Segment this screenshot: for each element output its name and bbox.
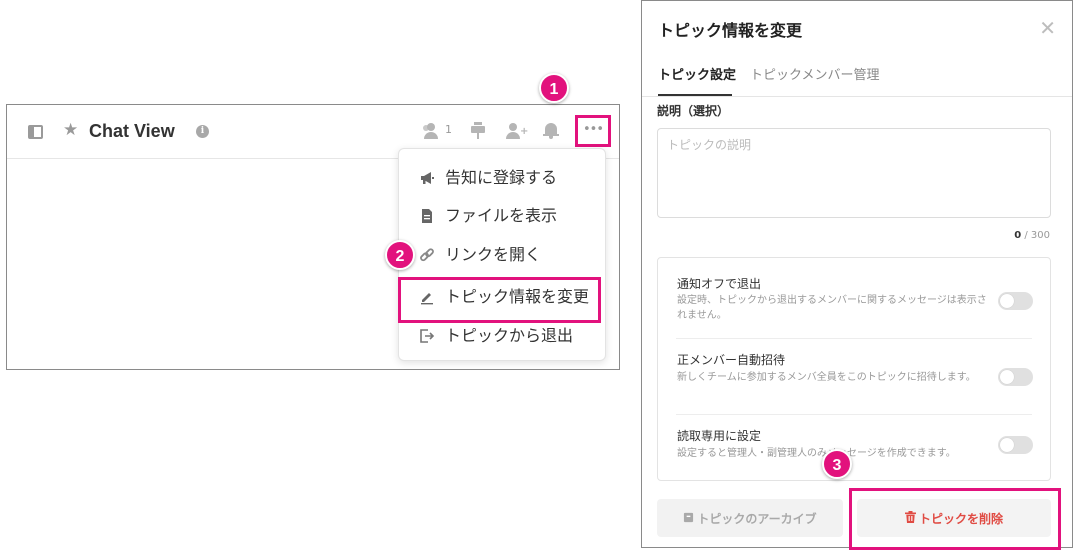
- step-badge-1: 1: [539, 73, 569, 103]
- step-badge-2: 2: [385, 240, 415, 270]
- edit-topic-dialog: トピック情報を変更 ✕ トピック設定 トピックメンバー管理 説明（選択） 0 /…: [641, 0, 1073, 548]
- toggle-leave-notify-off[interactable]: [998, 292, 1033, 310]
- info-icon[interactable]: i: [196, 125, 209, 138]
- megaphone-icon: [419, 170, 435, 186]
- bell-icon[interactable]: [543, 122, 559, 140]
- delete-topic-highlight: [849, 488, 1061, 550]
- sidebar-toggle-icon[interactable]: [28, 125, 43, 139]
- step-badge-3: 3: [822, 449, 852, 479]
- chat-title: Chat View: [89, 121, 175, 141]
- more-options-button[interactable]: •••: [575, 115, 611, 147]
- setting-title: 通知オフで退出: [677, 277, 762, 291]
- description-label: 説明（選択）: [657, 104, 730, 118]
- exit-icon: [419, 328, 435, 344]
- topic-options-menu: 告知に登録する ファイルを表示 リンクを開く トピック情報を変更 トピックから退…: [398, 148, 606, 361]
- toggle-read-only[interactable]: [998, 436, 1033, 454]
- setting-description: 新しくチームに参加するメンバ全員をこのトピックに招待します。: [677, 372, 976, 383]
- archive-button-label: トピックのアーカイブ: [697, 511, 817, 526]
- archive-topic-button[interactable]: トピックのアーカイブ: [657, 499, 843, 537]
- settings-panel: 通知オフで退出 設定時、トピックから退出するメンバーに関するメッセージは表示され…: [657, 257, 1051, 481]
- description-input[interactable]: [657, 128, 1051, 218]
- pin-icon[interactable]: [471, 122, 485, 140]
- menu-item-links[interactable]: リンクを開く: [399, 238, 607, 272]
- member-count: 1: [445, 123, 452, 136]
- file-icon: [419, 208, 435, 224]
- menu-item-announcement[interactable]: 告知に登録する: [399, 161, 607, 195]
- dialog-title: トピック情報を変更: [658, 21, 803, 40]
- archive-icon: [683, 512, 694, 526]
- add-user-icon[interactable]: +: [506, 123, 528, 141]
- setting-leave-notify-off: 通知オフで退出 設定時、トピックから退出するメンバーに関するメッセージは表示され…: [658, 258, 1050, 334]
- link-icon: [419, 247, 435, 263]
- setting-description: 設定時、トピックから退出するメンバーに関するメッセージは表示されません。: [677, 295, 987, 321]
- setting-auto-invite: 正メンバー自動招待 新しくチームに参加するメンバ全員をこのトピックに招待します。: [658, 338, 1050, 414]
- tab-divider: [642, 96, 1072, 97]
- tab-topic-settings[interactable]: トピック設定: [658, 67, 736, 85]
- setting-title: 正メンバー自動招待: [677, 353, 786, 367]
- setting-read-only: 読取専用に設定 設定すると管理人・副管理人のみメッセージを作成できます。: [658, 414, 1050, 490]
- edit-topic-highlight: [398, 277, 601, 323]
- character-count-max: / 300: [1021, 230, 1050, 241]
- close-icon[interactable]: ✕: [1039, 17, 1056, 39]
- tab-member-management[interactable]: トピックメンバー管理: [750, 67, 879, 85]
- star-icon[interactable]: ★: [63, 120, 78, 140]
- menu-item-leave-topic[interactable]: トピックから退出: [399, 319, 607, 353]
- menu-item-files[interactable]: ファイルを表示: [399, 199, 607, 233]
- toggle-auto-invite[interactable]: [998, 368, 1033, 386]
- setting-title: 読取専用に設定: [677, 429, 762, 443]
- character-count: 0 / 300: [1014, 229, 1050, 243]
